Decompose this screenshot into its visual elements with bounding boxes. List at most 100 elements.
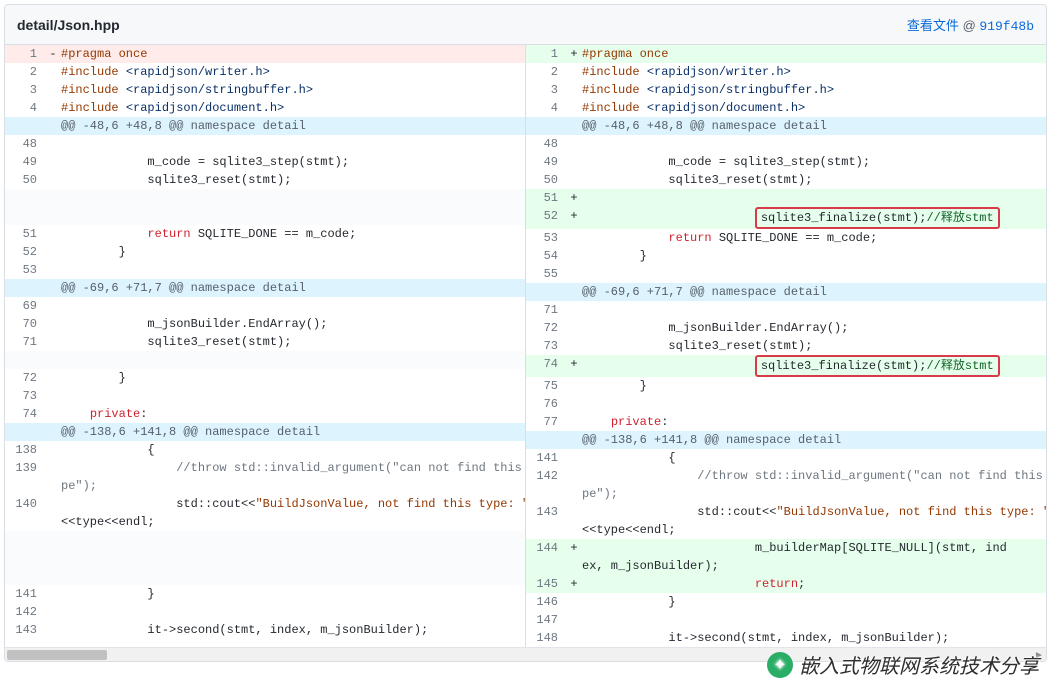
code-line[interactable]: 142 //throw std::invalid_argument("can n… [526, 467, 1046, 485]
code-line[interactable]: 69 [5, 297, 525, 315]
code-line[interactable]: 145+ return; [526, 575, 1046, 593]
code-content[interactable] [582, 395, 1046, 413]
code-content[interactable]: #include <rapidjson/stringbuffer.h> [582, 81, 1046, 99]
code-content[interactable]: it->second(stmt, index, m_jsonBuilder); [582, 629, 1046, 647]
code-content[interactable] [61, 387, 525, 405]
line-number[interactable]: 49 [5, 153, 45, 171]
file-path[interactable]: detail/Json.hpp [17, 17, 120, 33]
code-content[interactable]: } [582, 377, 1046, 395]
code-line[interactable]: 144+ m_builderMap[SQLITE_NULL](stmt, ind [526, 539, 1046, 557]
code-content[interactable]: } [582, 593, 1046, 611]
code-line[interactable]: 77 private: [526, 413, 1046, 431]
line-number[interactable]: 4 [5, 99, 45, 117]
line-number[interactable]: 143 [5, 621, 45, 639]
code-line[interactable]: 49 m_code = sqlite3_step(stmt); [5, 153, 525, 171]
line-number[interactable]: 72 [526, 319, 566, 337]
code-content[interactable]: m_jsonBuilder.EndArray(); [582, 319, 1046, 337]
code-line[interactable]: 2 #include <rapidjson/writer.h> [526, 63, 1046, 81]
code-line[interactable]: 49 m_code = sqlite3_step(stmt); [526, 153, 1046, 171]
code-line[interactable]: 53 return SQLITE_DONE == m_code; [526, 229, 1046, 247]
code-line[interactable]: 4 #include <rapidjson/document.h> [526, 99, 1046, 117]
code-content[interactable]: } [61, 369, 525, 387]
line-number[interactable]: 1 [526, 45, 566, 63]
code-line[interactable]: 53 [5, 261, 525, 279]
code-line[interactable]: 55 [526, 265, 1046, 283]
code-line-wrap[interactable]: pe"); [526, 485, 1046, 503]
code-content[interactable]: { [582, 449, 1046, 467]
code-content[interactable] [61, 297, 525, 315]
code-line[interactable]: 75 } [526, 377, 1046, 395]
code-line[interactable]: 50 sqlite3_reset(stmt); [526, 171, 1046, 189]
line-number[interactable]: 54 [526, 247, 566, 265]
line-number[interactable]: 72 [5, 369, 45, 387]
line-number[interactable]: 1 [5, 45, 45, 63]
scroll-right-arrow-icon[interactable]: ► [1032, 648, 1046, 662]
line-number[interactable]: 138 [5, 441, 45, 459]
code-line[interactable]: 72 } [5, 369, 525, 387]
code-content[interactable]: #include <rapidjson/writer.h> [582, 63, 1046, 81]
line-number[interactable]: 142 [526, 467, 566, 485]
code-line[interactable]: 73 sqlite3_reset(stmt); [526, 337, 1046, 355]
code-content[interactable]: { [61, 441, 525, 459]
code-line[interactable]: 142 [5, 603, 525, 621]
code-line[interactable]: 141 { [526, 449, 1046, 467]
line-number[interactable]: 74 [526, 355, 566, 377]
line-number[interactable]: 73 [5, 387, 45, 405]
code-line[interactable]: 148 it->second(stmt, index, m_jsonBuilde… [526, 629, 1046, 647]
code-line[interactable]: 4 #include <rapidjson/document.h> [5, 99, 525, 117]
line-number[interactable]: 146 [526, 593, 566, 611]
line-number[interactable]: 143 [526, 503, 566, 521]
code-line-wrap[interactable]: <<type<<endl; [526, 521, 1046, 539]
line-number[interactable]: 73 [526, 337, 566, 355]
code-content[interactable]: return SQLITE_DONE == m_code; [582, 229, 1046, 247]
code-line[interactable]: 143 std::cout<<"BuildJsonValue, not find… [526, 503, 1046, 521]
code-content[interactable]: } [61, 243, 525, 261]
line-number[interactable]: 76 [526, 395, 566, 413]
code-line[interactable]: 1-#pragma once [5, 45, 525, 63]
code-content[interactable] [582, 301, 1046, 319]
commit-hash-link[interactable]: 919f48b [979, 19, 1034, 34]
code-content[interactable]: m_code = sqlite3_step(stmt); [61, 153, 525, 171]
code-line[interactable]: 52 } [5, 243, 525, 261]
line-number[interactable]: 52 [526, 207, 566, 229]
code-content[interactable]: m_jsonBuilder.EndArray(); [61, 315, 525, 333]
code-content[interactable] [61, 261, 525, 279]
code-content[interactable]: } [582, 247, 1046, 265]
code-line[interactable]: 147 [526, 611, 1046, 629]
line-number[interactable]: 139 [5, 459, 45, 477]
line-number[interactable]: 2 [526, 63, 566, 81]
line-number[interactable]: 69 [5, 297, 45, 315]
code-line[interactable]: 73 [5, 387, 525, 405]
code-content[interactable]: sqlite3_reset(stmt); [582, 171, 1046, 189]
code-line[interactable]: 3 #include <rapidjson/stringbuffer.h> [5, 81, 525, 99]
line-number[interactable]: 48 [5, 135, 45, 153]
code-content[interactable]: m_code = sqlite3_step(stmt); [582, 153, 1046, 171]
view-file-link[interactable]: 查看文件 [907, 18, 959, 33]
code-line[interactable]: 50 sqlite3_reset(stmt); [5, 171, 525, 189]
line-number[interactable]: 48 [526, 135, 566, 153]
code-line[interactable]: 141 } [5, 585, 525, 603]
code-content[interactable]: return; [582, 575, 1046, 593]
line-number[interactable]: 50 [526, 171, 566, 189]
code-content[interactable]: sqlite3_reset(stmt); [61, 333, 525, 351]
code-line[interactable]: 52+ sqlite3_finalize(stmt);//释放stmt [526, 207, 1046, 229]
line-number[interactable]: 71 [5, 333, 45, 351]
code-content[interactable]: #include <rapidjson/document.h> [582, 99, 1046, 117]
code-line[interactable]: 2 #include <rapidjson/writer.h> [5, 63, 525, 81]
code-content[interactable]: sqlite3_reset(stmt); [582, 337, 1046, 355]
code-content[interactable]: sqlite3_finalize(stmt);//释放stmt [582, 355, 1046, 377]
code-content[interactable]: sqlite3_finalize(stmt);//释放stmt [582, 207, 1046, 229]
line-number[interactable]: 50 [5, 171, 45, 189]
code-line-wrap[interactable]: <<type<<endl; [5, 513, 525, 531]
code-content[interactable] [61, 135, 525, 153]
line-number[interactable]: 53 [526, 229, 566, 247]
line-number[interactable]: 53 [5, 261, 45, 279]
code-line[interactable]: 70 m_jsonBuilder.EndArray(); [5, 315, 525, 333]
scrollbar-thumb[interactable] [7, 650, 107, 660]
code-line[interactable]: 139 //throw std::invalid_argument("can n… [5, 459, 525, 477]
code-content[interactable] [582, 135, 1046, 153]
line-number[interactable]: 140 [5, 495, 45, 513]
line-number[interactable]: 55 [526, 265, 566, 283]
code-content[interactable] [582, 265, 1046, 283]
code-line[interactable]: 48 [5, 135, 525, 153]
